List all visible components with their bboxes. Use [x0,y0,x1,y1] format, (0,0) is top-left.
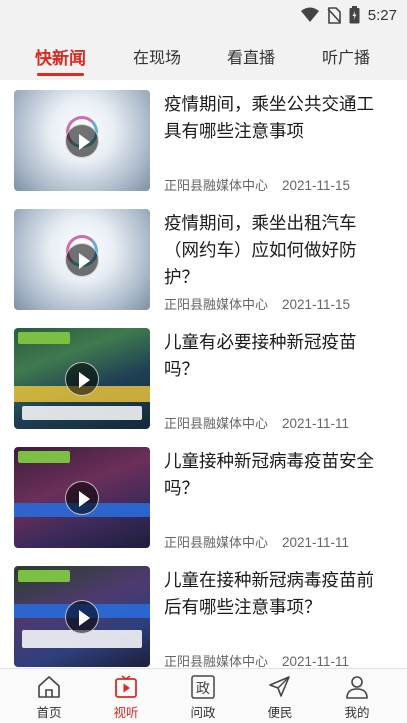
news-list: 疫情期间，乘坐公共交通工具有哪些注意事项 正阳县融媒体中心 2021-11-15 … [0,80,407,668]
news-meta: 正阳县融媒体中心 2021-11-15 [164,294,350,313]
news-source: 正阳县融媒体中心 [164,655,269,668]
nav-home[interactable]: 首页 [17,674,81,722]
video-thumbnail[interactable] [14,566,150,667]
news-item[interactable]: 疫情期间，乘坐公共交通工具有哪些注意事项 正阳县融媒体中心 2021-11-15 [0,80,407,199]
news-meta: 正阳县融媒体中心 2021-11-11 [164,651,349,668]
nav-shiting[interactable]: 视听 [94,674,158,722]
nav-wenzheng[interactable]: 政 问政 [171,674,235,722]
news-item[interactable]: 儿童接种新冠病毒疫苗安全吗？ 正阳县融媒体中心 2021-11-11 [0,437,407,556]
video-thumbnail[interactable] [14,328,150,429]
news-source: 正阳县融媒体中心 [164,298,269,313]
video-thumbnail[interactable] [14,90,150,191]
news-title[interactable]: 儿童接种新冠病毒疫苗安全吗？ [164,449,389,503]
bottom-nav: 首页 视听 政 问政 便民 我的 [0,668,407,723]
status-icons: 5:27 [300,5,397,25]
news-meta: 正阳县融媒体中心 2021-11-11 [164,413,349,432]
tab-kan-zhibo[interactable]: 看直播 [227,44,275,68]
svg-text:政: 政 [196,681,210,697]
news-source: 正阳县融媒体中心 [164,179,269,194]
wifi-icon [300,7,319,22]
nav-label: 视听 [113,705,139,720]
news-source: 正阳县融媒体中心 [164,417,269,432]
news-source: 正阳县融媒体中心 [164,536,269,551]
tab-ting-guangbo[interactable]: 听广播 [322,44,370,68]
play-icon[interactable] [65,480,99,515]
news-item[interactable]: 儿童有必要接种新冠疫苗吗？ 正阳县融媒体中心 2021-11-11 [0,318,407,437]
thumbnail-badge [18,332,70,344]
nav-bianmin[interactable]: 便民 [248,674,312,722]
play-icon [115,675,137,698]
thumbnail-caption-bar [22,406,142,420]
user-icon [346,676,368,699]
nav-wode[interactable]: 我的 [325,674,389,722]
play-icon[interactable] [65,242,99,277]
news-title[interactable]: 疫情期间，乘坐公共交通工具有哪些注意事项 [164,92,389,146]
thumbnail-badge [18,570,70,582]
nav-label: 问政 [190,705,216,720]
status-time: 5:27 [367,6,397,24]
tab-kuai-xinwen[interactable]: 快新闻 [35,44,86,69]
play-icon[interactable] [65,361,99,396]
play-icon[interactable] [65,599,99,634]
thumbnail-badge [18,451,70,463]
zheng-icon: 政 [191,675,215,699]
no-sim-icon [327,6,341,24]
video-thumbnail[interactable] [14,447,150,548]
news-date: 2021-11-11 [282,654,350,668]
news-title[interactable]: 儿童在接种新冠病毒疫苗前后有哪些注意事项？ [164,568,389,622]
send-icon [269,676,290,697]
battery-icon [349,6,360,24]
tab-zai-xianchang[interactable]: 在现场 [133,44,181,68]
nav-label: 便民 [267,705,293,720]
status-bar: 5:27 [0,0,407,30]
news-date: 2021-11-15 [282,178,351,193]
play-icon[interactable] [65,123,99,158]
news-item[interactable]: 儿童在接种新冠病毒疫苗前后有哪些注意事项？ 正阳县融媒体中心 2021-11-11 [0,556,407,668]
news-meta: 正阳县融媒体中心 2021-11-11 [164,532,349,551]
nav-label: 首页 [36,705,62,720]
news-item[interactable]: 疫情期间，乘坐出租汽车（网约车）应如何做好防护？ 正阳县融媒体中心 2021-11… [0,199,407,318]
news-meta: 正阳县融媒体中心 2021-11-15 [164,175,350,194]
home-icon [38,676,60,698]
nav-label: 我的 [344,705,370,720]
category-tab-bar: 快新闻 在现场 看直播 听广播 [0,30,407,80]
active-tab-indicator [37,73,84,76]
news-date: 2021-11-15 [282,297,351,312]
news-date: 2021-11-11 [282,535,350,550]
news-date: 2021-11-11 [282,416,350,431]
news-title[interactable]: 儿童有必要接种新冠疫苗吗？ [164,330,389,384]
video-thumbnail[interactable] [14,209,150,310]
news-title[interactable]: 疫情期间，乘坐出租汽车（网约车）应如何做好防护？ [164,211,389,292]
